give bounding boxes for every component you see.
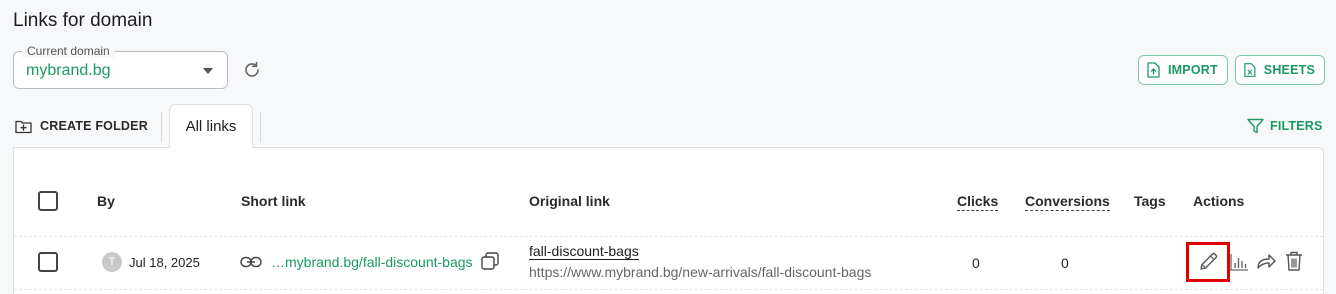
toolbar-divider xyxy=(161,112,162,142)
toolbar-divider xyxy=(260,112,261,142)
conversions-value: 0 xyxy=(1061,255,1069,271)
import-button[interactable]: IMPORT xyxy=(1138,55,1228,85)
column-header-short-link: Short link xyxy=(241,193,306,209)
column-header-clicks[interactable]: Clicks xyxy=(957,193,999,211)
sheets-file-icon xyxy=(1244,63,1256,77)
original-link-title[interactable]: fall-discount-bags xyxy=(529,244,639,260)
select-all-checkbox[interactable] xyxy=(38,191,58,211)
edit-pencil-icon xyxy=(1200,252,1218,270)
tab-all-links[interactable]: All links xyxy=(169,104,253,148)
stats-chart-icon[interactable] xyxy=(1229,250,1249,272)
refresh-icon xyxy=(245,61,259,77)
clicks-value: 0 xyxy=(972,255,980,271)
row-date: Jul 18, 2025 xyxy=(129,255,200,270)
column-header-by: By xyxy=(97,193,115,209)
row-divider xyxy=(14,236,1323,237)
create-folder-button[interactable]: CREATE FOLDER xyxy=(15,116,148,136)
filters-button[interactable]: FILTERS xyxy=(1247,116,1323,136)
filter-icon xyxy=(1247,118,1264,134)
column-header-tags: Tags xyxy=(1134,193,1166,209)
sheets-label: SHEETS xyxy=(1263,63,1315,77)
row-divider xyxy=(14,289,1323,290)
link-icon xyxy=(240,256,262,268)
chevron-down-icon xyxy=(203,68,213,74)
import-file-icon xyxy=(1147,62,1160,78)
row-select-checkbox[interactable] xyxy=(38,252,58,272)
short-link[interactable]: …mybrand.bg/fall-discount-bags xyxy=(271,254,473,270)
filters-label: FILTERS xyxy=(1270,119,1323,133)
trash-icon[interactable] xyxy=(1284,250,1304,272)
refresh-button[interactable] xyxy=(241,59,263,81)
column-header-actions: Actions xyxy=(1193,193,1245,209)
domain-select-value: mybrand.bg xyxy=(26,62,111,79)
share-icon[interactable] xyxy=(1255,250,1277,272)
domain-select-legend: Current domain xyxy=(22,44,115,58)
edit-button[interactable] xyxy=(1186,242,1230,282)
column-header-original-link: Original link xyxy=(529,193,610,209)
domain-select[interactable]: Current domain mybrand.bg xyxy=(13,44,228,89)
import-label: IMPORT xyxy=(1168,63,1218,77)
sheets-button[interactable]: SHEETS xyxy=(1235,55,1325,85)
copy-icon[interactable] xyxy=(480,251,500,271)
avatar: T xyxy=(102,252,122,272)
create-folder-label: CREATE FOLDER xyxy=(40,119,148,133)
column-header-conversions[interactable]: Conversions xyxy=(1025,193,1110,211)
create-folder-icon xyxy=(15,120,32,133)
page-title: Links for domain xyxy=(13,10,153,31)
original-link-url: https://www.mybrand.bg/new-arrivals/fall… xyxy=(529,264,872,280)
